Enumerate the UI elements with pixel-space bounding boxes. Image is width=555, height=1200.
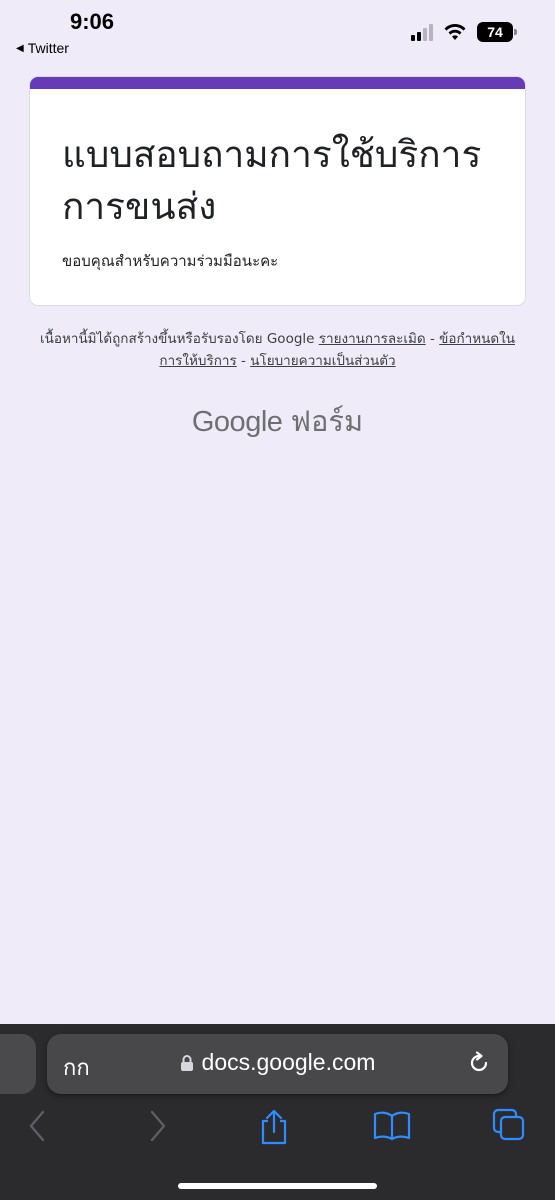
form-header-card: แบบสอบถามการใช้บริการการขนส่ง ขอบคุณสำหร… bbox=[29, 76, 526, 306]
separator: - bbox=[241, 353, 246, 369]
lock-icon bbox=[180, 1054, 193, 1071]
address-bar[interactable]: กก docs.google.com bbox=[47, 1034, 508, 1094]
google-wordmark: Google bbox=[191, 406, 283, 438]
disclaimer-text: เนื้อหานี้มิได้ถูกสร้างขึ้นหรือรับรองโดย… bbox=[40, 331, 315, 347]
browser-toolbar bbox=[0, 1108, 555, 1148]
status-bar: 9:06 ◀ Twitter 74 bbox=[0, 0, 555, 64]
home-indicator[interactable] bbox=[178, 1183, 377, 1189]
share-icon[interactable] bbox=[258, 1108, 290, 1146]
back-icon[interactable] bbox=[27, 1108, 49, 1144]
wifi-icon bbox=[444, 24, 466, 40]
browser-bottom-bar: กก docs.google.com bbox=[0, 1024, 555, 1200]
form-title: แบบสอบถามการใช้บริการการขนส่ง bbox=[62, 133, 482, 228]
battery-indicator: 74 bbox=[477, 22, 517, 42]
form-description: ขอบคุณสำหรับความร่วมมือนะคะ bbox=[62, 252, 279, 270]
separator: - bbox=[430, 331, 435, 347]
back-triangle-icon: ◀ bbox=[16, 42, 24, 54]
privacy-policy-link[interactable]: นโยบายความเป็นส่วนตัว bbox=[250, 353, 395, 369]
report-abuse-link[interactable]: รายงานการละเมิด bbox=[319, 331, 426, 347]
back-app-label: Twitter bbox=[27, 40, 69, 56]
bookmarks-icon[interactable] bbox=[373, 1108, 411, 1142]
disclaimer: เนื้อหานี้มิได้ถูกสร้างขึ้นหรือรับรองโดย… bbox=[40, 328, 515, 372]
url-text: docs.google.com bbox=[201, 1049, 376, 1075]
tabs-icon[interactable] bbox=[492, 1108, 526, 1142]
forms-wordmark: ฟอร์ม bbox=[290, 406, 364, 438]
google-forms-logo[interactable]: Google ฟอร์ม bbox=[0, 398, 555, 444]
previous-tab-peek[interactable] bbox=[0, 1034, 36, 1094]
status-time: 9:06 bbox=[70, 9, 115, 34]
cellular-signal-icon bbox=[411, 23, 433, 41]
reload-icon[interactable] bbox=[466, 1050, 492, 1076]
back-to-app-link[interactable]: ◀ Twitter bbox=[16, 40, 69, 56]
form-accent-bar bbox=[30, 77, 525, 89]
forward-icon[interactable] bbox=[146, 1108, 168, 1144]
